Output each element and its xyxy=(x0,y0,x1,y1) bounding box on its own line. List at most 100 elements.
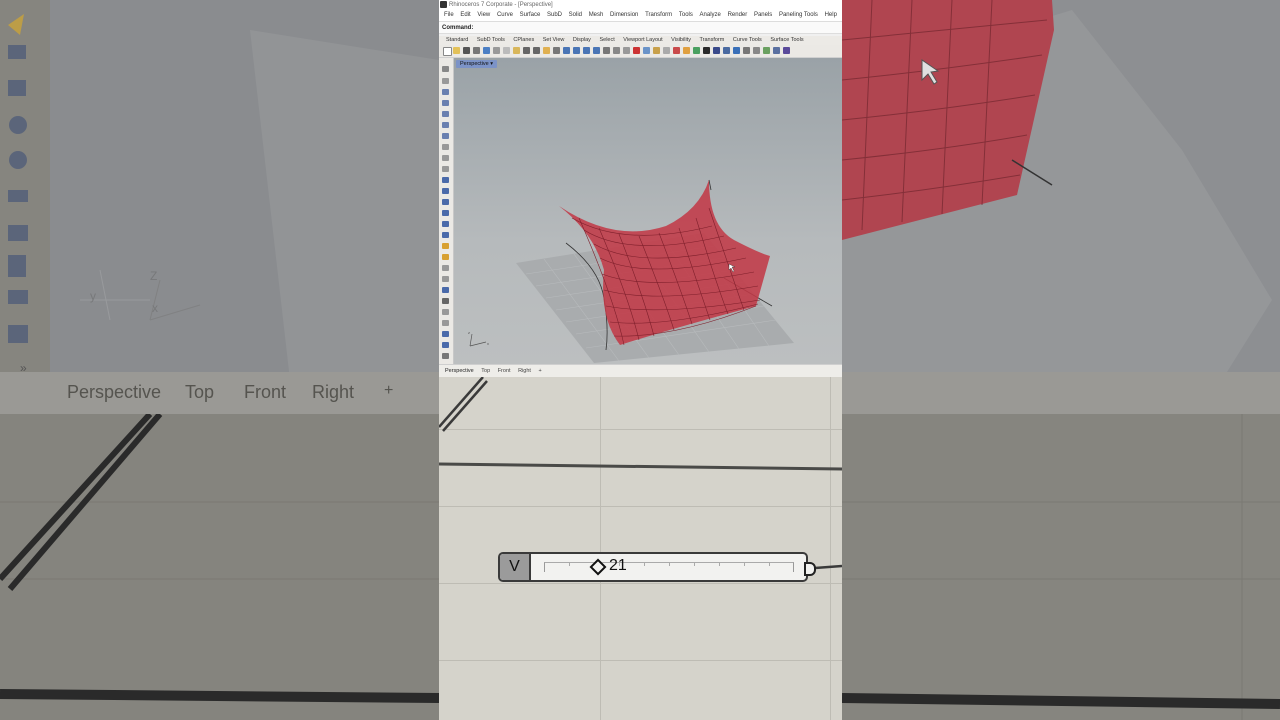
tab-right[interactable]: Right xyxy=(518,365,531,377)
tab-curve-tools[interactable]: Curve Tools xyxy=(733,36,762,45)
polygon-icon[interactable] xyxy=(442,155,449,161)
free-form-icon[interactable] xyxy=(442,166,449,172)
select-icon[interactable] xyxy=(633,47,640,54)
render-icon[interactable] xyxy=(693,47,700,54)
grasshopper-canvas[interactable]: V 21 xyxy=(439,377,842,720)
shade-icon[interactable] xyxy=(713,47,720,54)
menu-panels[interactable]: Panels xyxy=(754,10,772,21)
select-arrow-icon[interactable] xyxy=(442,66,449,72)
print-icon[interactable] xyxy=(473,47,480,54)
lock-icon[interactable] xyxy=(673,47,680,54)
menu-tools[interactable]: Tools xyxy=(679,10,693,21)
paste-icon[interactable] xyxy=(513,47,520,54)
menu-file[interactable]: File xyxy=(444,10,454,21)
tab-transform[interactable]: Transform xyxy=(699,36,724,45)
hide-icon[interactable] xyxy=(663,47,670,54)
plus-icon[interactable]: + xyxy=(538,365,541,377)
fillet-icon[interactable] xyxy=(442,243,449,249)
menu-render[interactable]: Render xyxy=(728,10,748,21)
new-file-icon[interactable] xyxy=(443,47,452,56)
zoom-icon[interactable] xyxy=(563,47,570,54)
rendered-icon[interactable] xyxy=(723,47,730,54)
mesh-icon[interactable] xyxy=(442,232,449,238)
arc-icon[interactable] xyxy=(442,122,449,128)
viewport-label[interactable]: Perspective ▾ xyxy=(456,60,498,68)
tab-cplanes[interactable]: CPlanes xyxy=(513,36,534,45)
materials-icon[interactable] xyxy=(703,47,710,54)
menu-help[interactable]: Help xyxy=(825,10,837,21)
tab-display[interactable]: Display xyxy=(573,36,591,45)
menu-dimension[interactable]: Dimension xyxy=(610,10,638,21)
output-grip[interactable] xyxy=(804,562,816,576)
toolbars-icon[interactable] xyxy=(773,47,780,54)
menu-view[interactable]: View xyxy=(477,10,490,21)
grid-icon[interactable] xyxy=(623,47,630,54)
menu-subd[interactable]: SubD xyxy=(547,10,562,21)
rotate-view-icon[interactable] xyxy=(553,47,560,54)
menu-mesh[interactable]: Mesh xyxy=(589,10,604,21)
number-slider[interactable]: V 21 xyxy=(498,552,816,582)
move-icon[interactable] xyxy=(442,265,449,271)
zoom-selected-icon[interactable] xyxy=(593,47,600,54)
tab-visibility[interactable]: Visibility xyxy=(671,36,691,45)
cylinder-icon[interactable] xyxy=(442,221,449,227)
cut-icon[interactable] xyxy=(493,47,500,54)
array-icon[interactable] xyxy=(442,320,449,326)
surface-icon[interactable] xyxy=(442,177,449,183)
menu-edit[interactable]: Edit xyxy=(460,10,470,21)
zoom-window-icon[interactable] xyxy=(573,47,580,54)
dimension-icon[interactable] xyxy=(442,342,449,348)
redo-icon[interactable] xyxy=(533,47,540,54)
layer-icon[interactable] xyxy=(683,47,690,54)
slider-track[interactable] xyxy=(544,562,794,572)
wire[interactable] xyxy=(439,462,842,471)
box-icon[interactable] xyxy=(442,210,449,216)
copy-icon[interactable] xyxy=(503,47,510,54)
tab-surface-tools[interactable]: Surface Tools xyxy=(770,36,803,45)
menu-analyze[interactable]: Analyze xyxy=(700,10,721,21)
undo-view-icon[interactable] xyxy=(603,47,610,54)
tab-perspective[interactable]: Perspective xyxy=(445,365,474,377)
import-icon[interactable] xyxy=(483,47,490,54)
wire[interactable] xyxy=(439,377,488,432)
polyline-icon[interactable] xyxy=(442,89,449,95)
cplane-icon[interactable] xyxy=(643,47,650,54)
circle-icon[interactable] xyxy=(442,111,449,117)
perspective-viewport[interactable]: z x Perspective ▾ xyxy=(454,58,842,364)
more-tools-icon[interactable] xyxy=(442,353,449,359)
open-file-icon[interactable] xyxy=(453,47,460,54)
rotate-icon[interactable] xyxy=(442,287,449,293)
menu-transform[interactable]: Transform xyxy=(645,10,672,21)
options-icon[interactable] xyxy=(753,47,760,54)
undo-icon[interactable] xyxy=(523,47,530,54)
scale-icon[interactable] xyxy=(442,298,449,304)
tab-standard[interactable]: Standard xyxy=(446,36,468,45)
menu-solid[interactable]: Solid xyxy=(569,10,582,21)
zoom-extents-icon[interactable] xyxy=(583,47,590,54)
boolean-icon[interactable] xyxy=(442,254,449,260)
loft-icon[interactable] xyxy=(442,188,449,194)
measure-icon[interactable] xyxy=(743,47,750,54)
chevron-down-icon[interactable]: ▾ xyxy=(490,61,493,67)
grasshopper-icon[interactable] xyxy=(763,47,770,54)
pan-icon[interactable] xyxy=(543,47,550,54)
tab-viewport-layout[interactable]: Viewport Layout xyxy=(623,36,662,45)
mirror-icon[interactable] xyxy=(442,309,449,315)
four-view-icon[interactable] xyxy=(613,47,620,54)
curve-icon[interactable] xyxy=(442,100,449,106)
menu-surface[interactable]: Surface xyxy=(520,10,541,21)
properties-icon[interactable] xyxy=(733,47,740,54)
sphere-icon[interactable] xyxy=(442,199,449,205)
tab-set-view[interactable]: Set View xyxy=(543,36,565,45)
rectangle-icon[interactable] xyxy=(442,144,449,150)
menu-curve[interactable]: Curve xyxy=(497,10,513,21)
tab-subd-tools[interactable]: SubD Tools xyxy=(477,36,505,45)
tab-front[interactable]: Front xyxy=(498,365,511,377)
ellipse-icon[interactable] xyxy=(442,133,449,139)
save-icon[interactable] xyxy=(463,47,470,54)
wire[interactable] xyxy=(814,564,842,570)
help-icon[interactable] xyxy=(783,47,790,54)
copy-tool-icon[interactable] xyxy=(442,276,449,282)
menu-paneling-tools[interactable]: Paneling Tools xyxy=(779,10,818,21)
tab-select[interactable]: Select xyxy=(599,36,614,45)
